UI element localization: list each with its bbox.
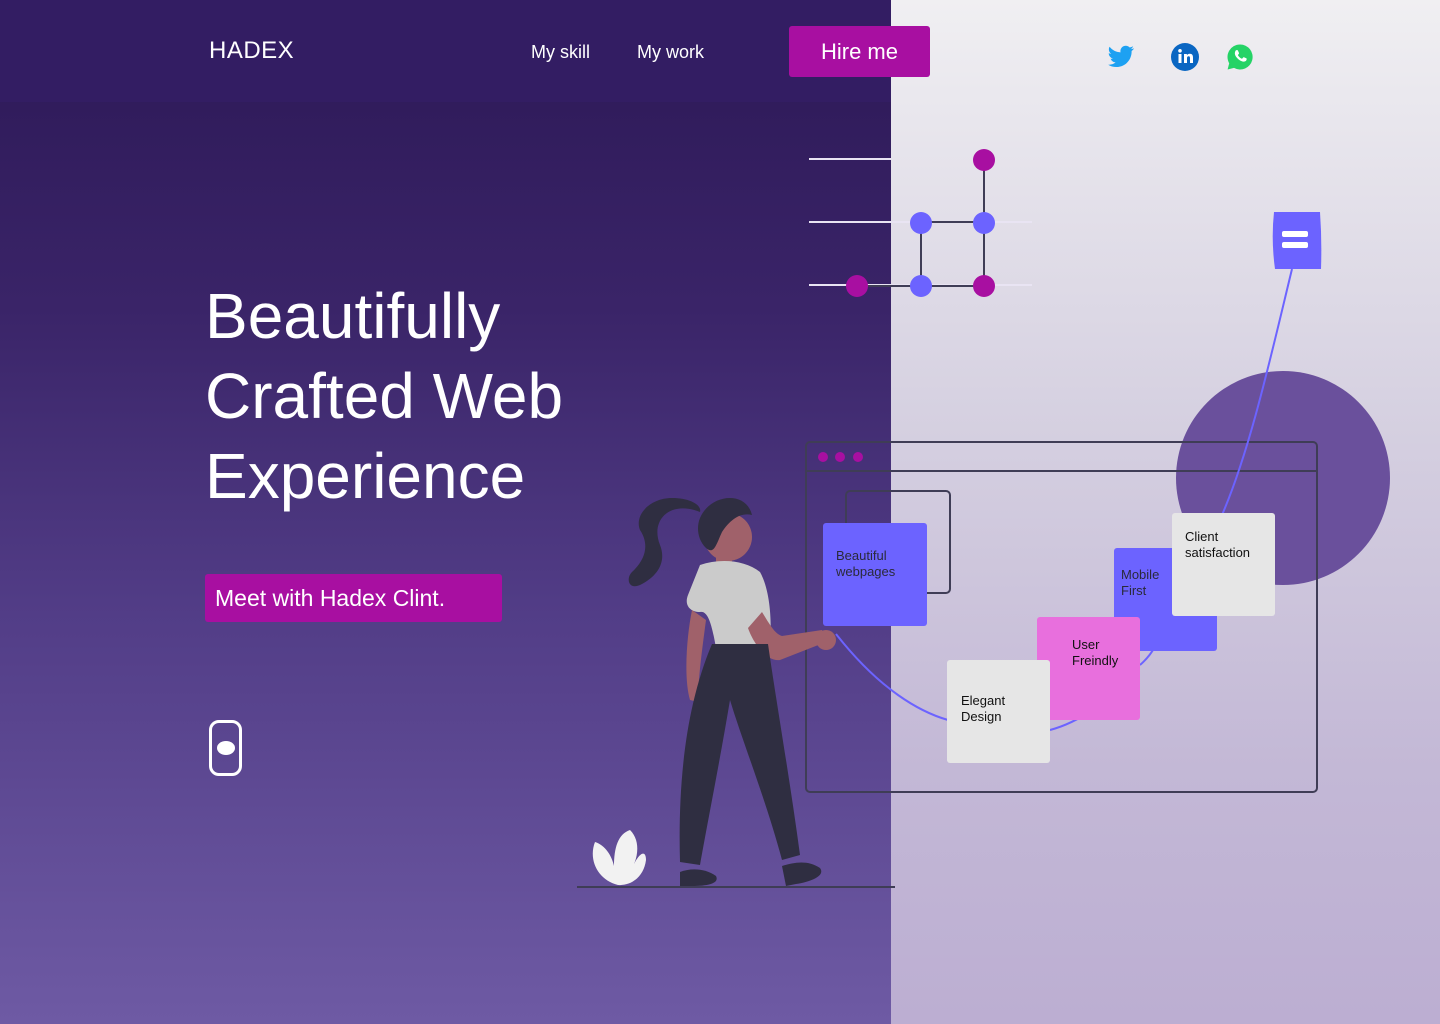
card-text: Beautiful — [836, 548, 887, 563]
card-text: satisfaction — [1185, 545, 1250, 560]
hero-illustration: Beautiful webpages Mobile First User Fre… — [577, 149, 1390, 888]
card-text: First — [1121, 583, 1147, 598]
person-illustration — [628, 498, 836, 886]
card-text: Design — [961, 709, 1001, 724]
card-client-satisfaction: Client satisfaction — [1172, 513, 1275, 616]
card-text: Freindly — [1072, 653, 1119, 668]
card-text: webpages — [835, 564, 896, 579]
card-text: Client — [1185, 529, 1219, 544]
card-elegant-design: Elegant Design — [947, 660, 1050, 763]
card-text: Elegant — [961, 693, 1005, 708]
node-network-graphic — [809, 149, 1032, 297]
card-beautiful-webpages: Beautiful webpages — [823, 523, 927, 626]
card-text: Mobile — [1121, 567, 1159, 582]
chat-note-icon — [1272, 212, 1322, 269]
card-text: User — [1072, 637, 1100, 652]
plant-graphic — [592, 830, 646, 886]
card-user-friendly: User Freindly — [1037, 617, 1140, 720]
